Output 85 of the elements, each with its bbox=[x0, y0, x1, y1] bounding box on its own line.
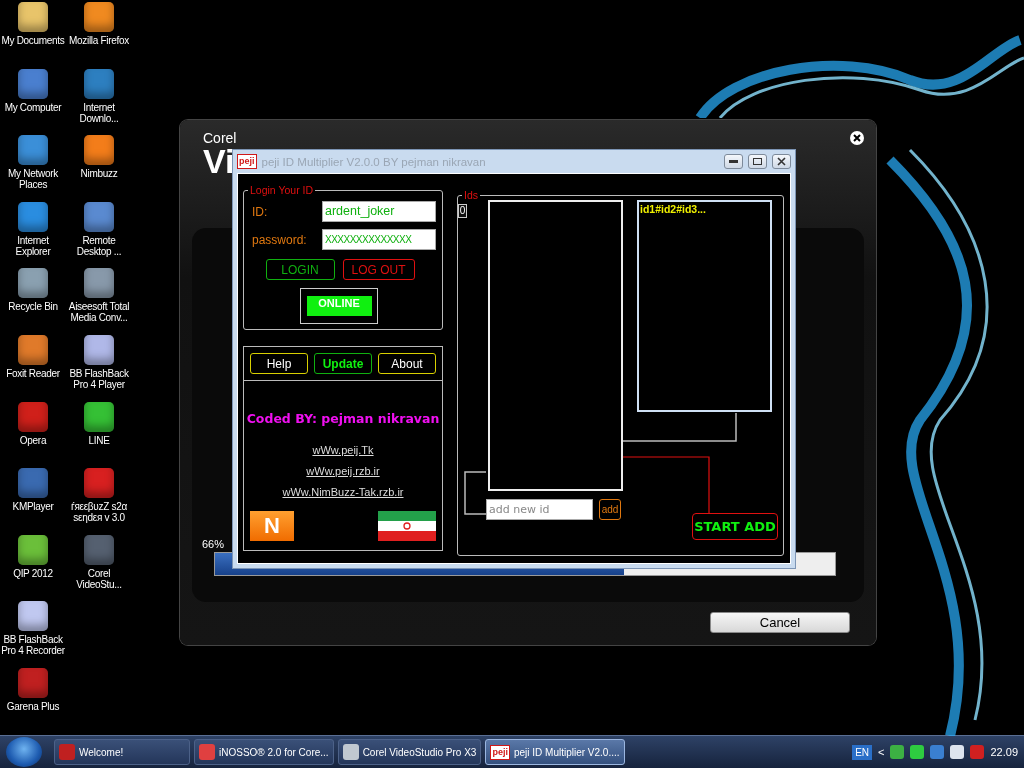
taskbar-item[interactable]: Welcome! bbox=[54, 739, 190, 765]
icon-label[interactable]: KMPlayer bbox=[0, 501, 66, 513]
close-icon[interactable] bbox=[850, 131, 864, 145]
icon-label[interactable]: Corel VideoStu... bbox=[66, 567, 132, 590]
logout-button[interactable]: LOG OUT bbox=[342, 259, 415, 280]
new-id-field[interactable]: add new id bbox=[486, 499, 593, 520]
app-logo: peji bbox=[490, 744, 510, 760]
app-icon[interactable] bbox=[18, 68, 48, 99]
start-add-button[interactable]: START ADD bbox=[692, 513, 778, 540]
field-label: password: bbox=[252, 232, 308, 247]
app-icon[interactable] bbox=[84, 201, 114, 232]
app-icon[interactable] bbox=[84, 268, 114, 299]
app-logo: peji bbox=[237, 154, 257, 169]
icon-label[interactable]: QIP 2012 bbox=[0, 567, 66, 579]
app-icon[interactable] bbox=[84, 135, 114, 166]
close-icon bbox=[777, 157, 786, 166]
window-title: peji ID Multiplier V2.0.0 BY pejman nikravan bbox=[261, 155, 487, 168]
clock: 22.09 bbox=[990, 746, 1018, 758]
app-icon[interactable] bbox=[84, 334, 114, 365]
tray-expand-button[interactable]: < bbox=[878, 746, 885, 758]
menu-button[interactable]: About bbox=[378, 353, 436, 374]
app-icon bbox=[199, 744, 215, 760]
group-label: Login Your ID bbox=[249, 185, 315, 195]
menu-button[interactable]: Help bbox=[250, 353, 308, 374]
icon-label[interactable]: Foxit Reader bbox=[0, 367, 66, 379]
group-label: Ids bbox=[463, 190, 479, 200]
id-count: 0 bbox=[458, 204, 467, 218]
icon-label[interactable]: My Computer bbox=[0, 101, 66, 113]
taskbar-item[interactable]: iNOSSO® 2.0 for Core... bbox=[194, 739, 334, 765]
app-icon[interactable] bbox=[84, 2, 114, 32]
icon-label[interactable]: Internet Explorer bbox=[0, 234, 66, 257]
cancel-button[interactable]: Cancel bbox=[710, 612, 850, 633]
icon-label[interactable]: ѓяεεβυzZ s2α sεηdεя v 3.0 bbox=[66, 501, 132, 524]
tray-icon[interactable] bbox=[950, 745, 965, 759]
start-button[interactable] bbox=[6, 737, 42, 767]
website-link[interactable]: wWw.peij.Tk bbox=[312, 440, 374, 461]
language-indicator[interactable]: EN bbox=[852, 744, 873, 760]
icon-label[interactable]: Mozilla Firefox bbox=[66, 35, 132, 46]
flag-drawing bbox=[378, 511, 436, 541]
app-icon[interactable] bbox=[18, 201, 48, 232]
id-list[interactable] bbox=[488, 200, 623, 491]
minimize-icon bbox=[729, 160, 738, 163]
app-icon bbox=[59, 744, 75, 760]
app-icon[interactable] bbox=[18, 334, 48, 365]
maximize-button[interactable] bbox=[748, 154, 767, 169]
bulk-ids-field[interactable]: id1#id2#id3... bbox=[637, 200, 772, 412]
app-icon[interactable] bbox=[18, 601, 48, 632]
app-icon[interactable] bbox=[18, 2, 48, 32]
icon-label[interactable]: Aiseesoft Total Media Conv... bbox=[66, 301, 132, 324]
logo-badge: N bbox=[250, 511, 294, 541]
icon-label[interactable]: My Network Places bbox=[0, 168, 66, 191]
credit-text: Coded BY: pejman nikravan bbox=[246, 411, 440, 426]
icon-label[interactable]: BB FlashBack Pro 4 Player bbox=[66, 367, 132, 390]
progress-percent: 66% bbox=[202, 538, 225, 550]
icon-label[interactable]: Garena Plus bbox=[0, 700, 66, 712]
icon-label[interactable]: LINE bbox=[66, 434, 132, 446]
field-label: ID: bbox=[252, 204, 269, 219]
app-icon[interactable] bbox=[18, 268, 48, 299]
taskbar-item[interactable]: peji peji ID Multiplier V2.0.... bbox=[485, 739, 625, 765]
menu-button[interactable]: Update bbox=[314, 353, 372, 374]
maximize-icon bbox=[753, 158, 762, 165]
brand-text: Corel bbox=[203, 130, 237, 146]
connector-line bbox=[464, 471, 487, 515]
app-icon[interactable] bbox=[84, 401, 114, 432]
icon-label[interactable]: Internet Downlo... bbox=[66, 101, 132, 124]
close-button[interactable] bbox=[772, 154, 791, 169]
taskbar-item[interactable]: Corel VideoStudio Pro X3 bbox=[337, 739, 482, 765]
icon-label[interactable]: Nimbuzz bbox=[66, 168, 132, 180]
website-link[interactable]: wWw.NimBuzz-Tak.rzb.ir bbox=[282, 482, 404, 503]
login-button[interactable]: LOGIN bbox=[265, 259, 335, 280]
icon-label[interactable]: Opera bbox=[0, 434, 66, 446]
icon-label[interactable]: BB FlashBack Pro 4 Recorder bbox=[0, 634, 66, 657]
icon-label[interactable]: Recycle Bin bbox=[0, 301, 66, 313]
icon-label[interactable]: Remote Desktop ... bbox=[66, 234, 132, 257]
app-icon[interactable] bbox=[18, 534, 48, 565]
status-indicator: ONLINE bbox=[306, 296, 372, 316]
icon-label[interactable]: My Documents bbox=[0, 35, 66, 46]
tray-icon[interactable] bbox=[890, 745, 905, 759]
minimize-button[interactable] bbox=[724, 154, 743, 169]
app-icon bbox=[342, 744, 359, 760]
tray-icon[interactable] bbox=[910, 745, 925, 759]
app-icon[interactable] bbox=[18, 135, 48, 166]
window-title: Vi bbox=[203, 146, 235, 176]
add-button[interactable]: add bbox=[599, 499, 621, 520]
website-link[interactable]: wWw.peij.rzb.ir bbox=[306, 461, 380, 482]
